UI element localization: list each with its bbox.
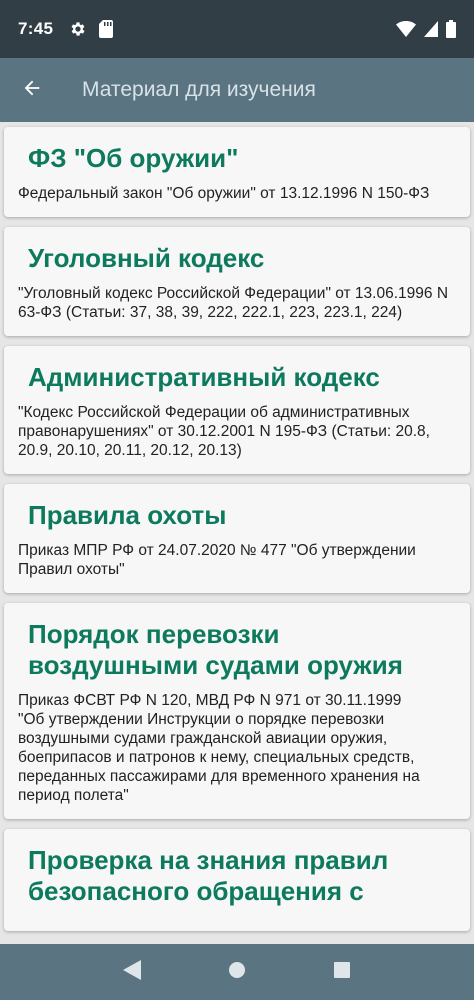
status-time: 7:45 — [18, 19, 54, 38]
wifi-icon — [396, 21, 416, 37]
home-circle-icon — [228, 961, 246, 984]
card-air-transport[interactable]: Порядок перевозки воздушными судами оруж… — [4, 603, 470, 819]
card-description: Приказ ФСВТ РФ N 120, МВД РФ N 971 от 30… — [18, 692, 420, 804]
nav-back-button[interactable] — [108, 948, 156, 996]
card-administrative-code[interactable]: Административный кодекс "Кодекс Российск… — [4, 346, 470, 474]
card-description: "Уголовный кодекс Российской Федерации" … — [18, 285, 449, 321]
gear-icon — [69, 20, 87, 38]
page-title: Материал для изучения — [82, 78, 316, 101]
card-title: Порядок перевозки воздушными судами оруж… — [28, 619, 403, 680]
recents-square-icon — [333, 961, 350, 983]
battery-icon — [446, 20, 456, 38]
material-list[interactable]: ФЗ "Об оружии" Федеральный закон "Об ору… — [0, 122, 474, 944]
card-title: Проверка на знания правил безопасного об… — [28, 845, 389, 906]
arrow-left-icon — [21, 77, 43, 104]
card-title: ФЗ "Об оружии" — [28, 143, 239, 173]
card-description: "Кодекс Российской Федерации об админист… — [18, 404, 430, 459]
nav-home-button[interactable] — [213, 948, 261, 996]
card-title: Уголовный кодекс — [28, 243, 265, 273]
back-triangle-icon — [123, 959, 142, 985]
card-criminal-code[interactable]: Уголовный кодекс "Уголовный кодекс Росси… — [4, 227, 470, 336]
card-description: Приказ МПР РФ от 24.07.2020 № 477 "Об ут… — [18, 542, 416, 578]
card-hunting-rules[interactable]: Правила охоты Приказ МПР РФ от 24.07.202… — [4, 484, 470, 593]
signal-icon — [424, 21, 438, 37]
card-description: Федеральный закон "Об оружии" от 13.12.1… — [18, 185, 430, 202]
app-bar: Материал для изучения — [0, 58, 474, 122]
sd-card-icon — [99, 20, 114, 38]
nav-recents-button[interactable] — [318, 948, 366, 996]
card-weapons-law[interactable]: ФЗ "Об оружии" Федеральный закон "Об ору… — [4, 127, 470, 217]
card-title: Правила охоты — [28, 500, 227, 530]
card-safety-check[interactable]: Проверка на знания правил безопасного об… — [4, 829, 470, 931]
navigation-bar — [0, 944, 474, 1000]
back-button[interactable] — [0, 58, 64, 122]
card-title: Административный кодекс — [28, 362, 380, 392]
status-bar: 7:45 — [0, 0, 474, 58]
